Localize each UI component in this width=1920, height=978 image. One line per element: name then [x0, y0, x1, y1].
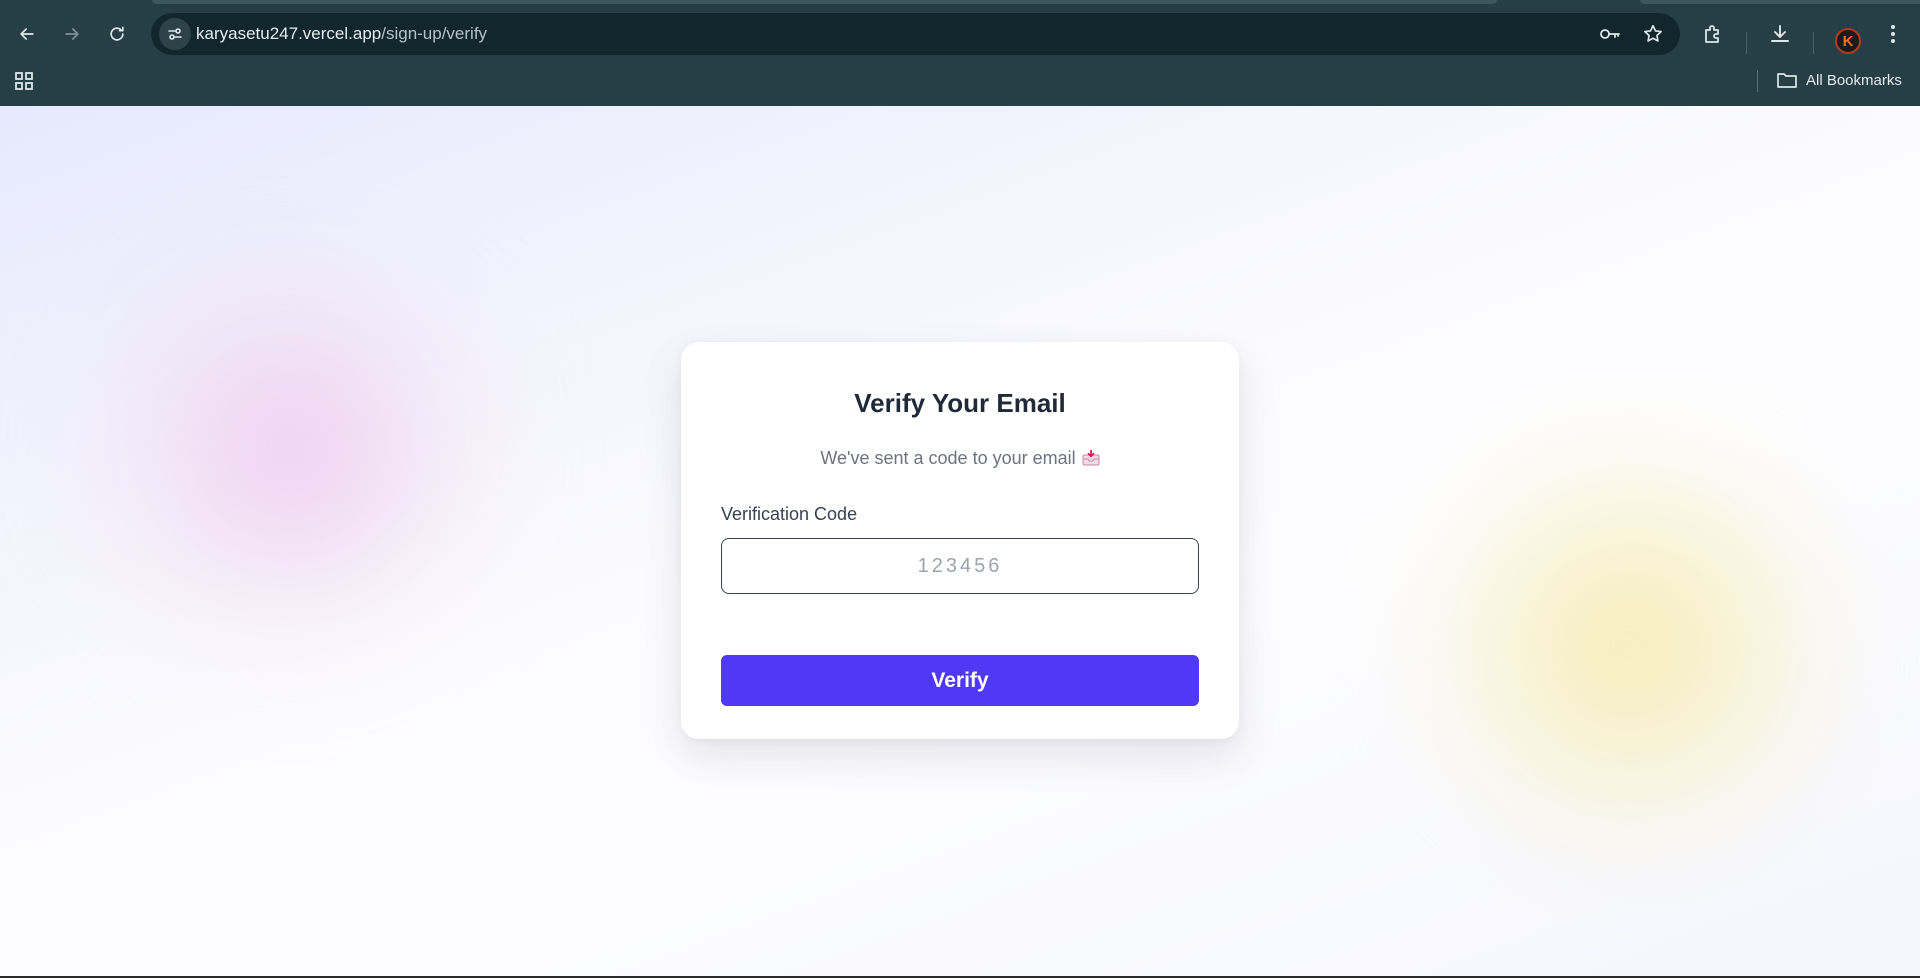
star-icon — [1644, 24, 1662, 42]
site-info-button[interactable] — [159, 18, 191, 50]
subtitle-text: We've sent a code to your email — [820, 448, 1076, 468]
page-viewport: Verify Your Email We've sent a code to y… — [0, 106, 1920, 976]
puzzle-icon — [1705, 25, 1719, 43]
tab-strip — [152, 0, 1497, 4]
password-key-button[interactable] — [1598, 22, 1622, 46]
apps-grid-icon — [15, 72, 33, 90]
reload-icon — [110, 26, 124, 41]
kebab-menu-icon — [1891, 25, 1895, 43]
bookmarks-divider — [1757, 70, 1758, 92]
url-text[interactable]: karyasetu247.vercel.app/sign-up/verify — [196, 13, 487, 55]
arrow-right-icon — [65, 28, 79, 40]
forward-button[interactable] — [55, 17, 89, 51]
reload-button[interactable] — [100, 17, 134, 51]
downloads-button[interactable] — [1767, 21, 1793, 47]
key-icon — [1600, 29, 1620, 39]
browser-toolbar: karyasetu247.vercel.app/sign-up/verify K — [0, 8, 1920, 60]
inbox-tray-icon — [1082, 449, 1100, 466]
tune-icon — [168, 28, 182, 40]
tab-strip-right — [1640, 0, 1920, 4]
profile-initial: K — [1842, 32, 1854, 50]
all-bookmarks-button[interactable]: All Bookmarks — [1776, 68, 1902, 92]
verify-button[interactable]: Verify — [721, 655, 1199, 706]
browser-chrome: karyasetu247.vercel.app/sign-up/verify K — [0, 0, 1920, 106]
bookmarks-bar: All Bookmarks — [0, 62, 1920, 98]
verify-email-card: Verify Your Email We've sent a code to y… — [681, 342, 1239, 739]
download-icon — [1771, 25, 1789, 42]
profile-avatar[interactable]: K — [1835, 28, 1861, 54]
page-title: Verify Your Email — [854, 388, 1066, 418]
extensions-button[interactable] — [1700, 21, 1726, 47]
address-bar[interactable]: karyasetu247.vercel.app/sign-up/verify — [151, 13, 1680, 55]
verification-code-input[interactable] — [721, 538, 1199, 594]
url-host: karyasetu247.vercel.app — [196, 24, 382, 43]
back-button[interactable] — [10, 17, 44, 51]
verification-code-label: Verification Code — [721, 504, 858, 524]
verify-subtitle: We've sent a code to your email — [681, 448, 1239, 469]
arrow-left-icon — [20, 28, 34, 40]
apps-button[interactable] — [13, 70, 35, 92]
browser-menu-button[interactable] — [1880, 21, 1906, 47]
all-bookmarks-label: All Bookmarks — [1806, 71, 1902, 89]
folder-icon — [1777, 73, 1797, 88]
toolbar-divider — [1746, 32, 1747, 54]
decorative-pink-blob — [90, 276, 490, 656]
url-path: /sign-up/verify — [381, 24, 488, 43]
bookmark-star-button[interactable] — [1641, 22, 1665, 46]
decorative-yellow-blob — [1410, 436, 1850, 856]
toolbar-divider — [1813, 32, 1814, 54]
